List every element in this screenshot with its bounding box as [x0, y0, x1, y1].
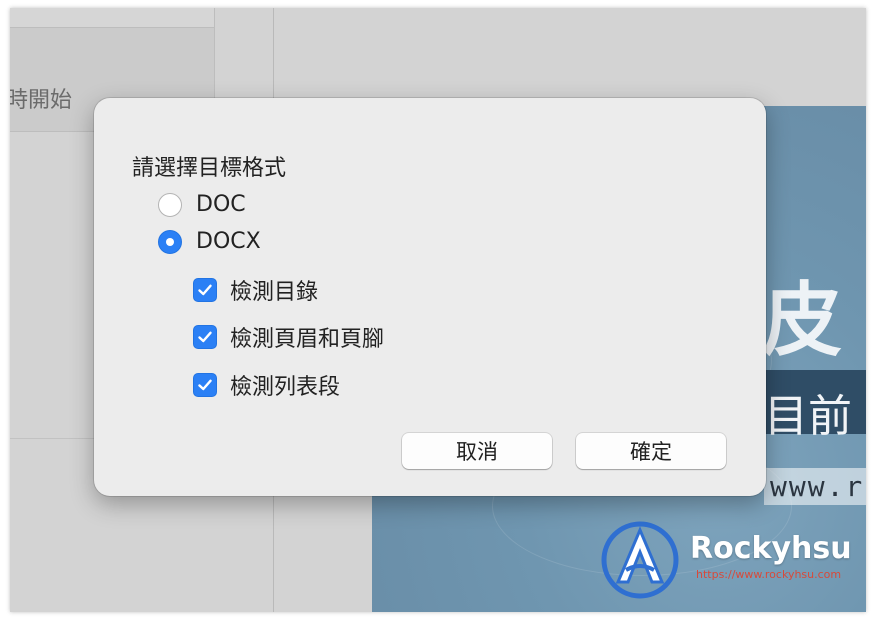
rockyhsu-logo-icon — [601, 521, 679, 599]
checkbox-label-toc: 檢測目錄 — [230, 280, 319, 305]
radio-option-doc[interactable]: DOC — [158, 192, 246, 217]
ad-brand-url: https://www.rockyhsu.com — [696, 568, 842, 581]
format-dialog: 請選擇目標格式 DOC DOCX 檢測目錄 檢測頁眉和頁腳 檢測列表段 取消 確… — [94, 98, 766, 496]
checkmark-icon — [198, 284, 212, 296]
radio-label-doc: DOC — [196, 192, 246, 217]
checkbox-label-list: 檢測列表段 — [230, 375, 341, 400]
dialog-title: 請選擇目標格式 — [132, 156, 287, 181]
checkbox-label-header-footer: 檢測頁眉和頁腳 — [230, 327, 385, 352]
radio-label-docx: DOCX — [196, 229, 261, 254]
radio-option-docx[interactable]: DOCX — [158, 229, 261, 254]
left-panel-label: 時開始 — [10, 88, 73, 113]
radio-button-doc[interactable] — [158, 192, 182, 217]
ad-url: www.ro — [764, 468, 866, 505]
cancel-button[interactable]: 取消 — [402, 433, 552, 469]
radio-button-docx[interactable] — [158, 229, 182, 254]
checkbox-toc[interactable] — [193, 278, 217, 302]
checkbox-row-list[interactable]: 檢測列表段 — [193, 369, 340, 401]
confirm-button[interactable]: 確定 — [576, 433, 726, 469]
checkbox-list[interactable] — [193, 373, 217, 397]
checkbox-header-footer[interactable] — [193, 325, 217, 349]
toolbar-strip — [10, 8, 215, 28]
ad-headline: 皮 v — [762, 274, 866, 367]
ad-subheadline: 目前 — [764, 391, 852, 442]
checkmark-icon — [198, 331, 212, 343]
checkbox-row-toc[interactable]: 檢測目錄 — [193, 274, 318, 306]
checkbox-row-header-footer[interactable]: 檢測頁眉和頁腳 — [193, 321, 384, 353]
checkmark-icon — [198, 379, 212, 391]
ad-brand-name: Rockyhsu — [690, 531, 852, 566]
